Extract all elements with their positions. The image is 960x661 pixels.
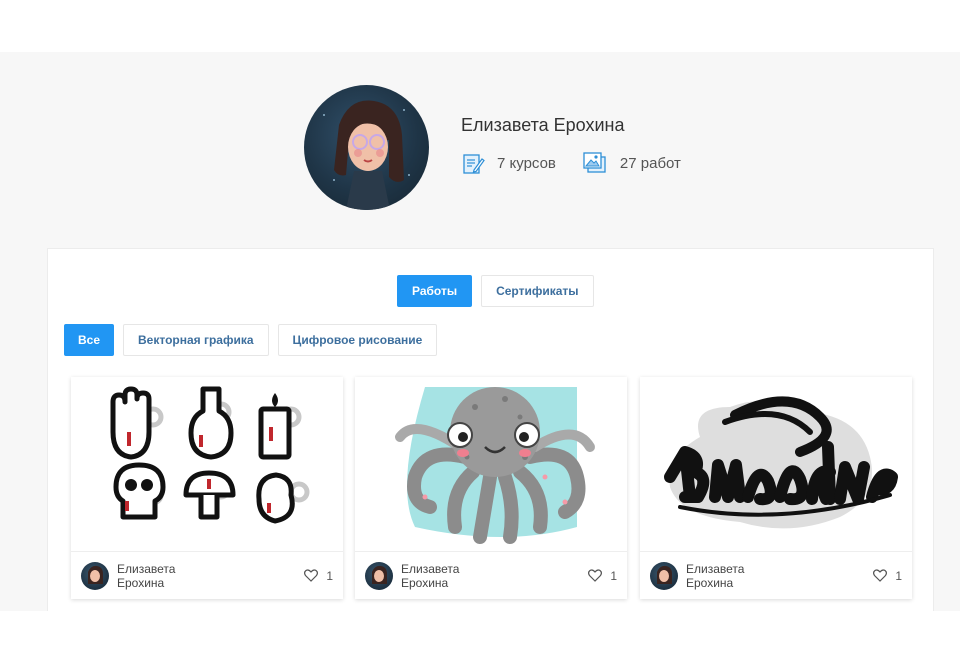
like-button[interactable]: 1: [588, 569, 617, 583]
profile-stats: 7 курсов 27 работ: [461, 150, 761, 176]
author-avatar[interactable]: [81, 561, 109, 590]
author-name[interactable]: Елизавета Ерохина: [401, 562, 551, 590]
profile-info: Елизавета Ерохина 7 курсов 27 работ: [461, 115, 761, 176]
avatar-portrait-icon: [323, 100, 410, 210]
author-name[interactable]: Елизавета Ерохина: [686, 562, 836, 590]
like-button[interactable]: 1: [873, 569, 902, 583]
images-stack-icon: [583, 152, 606, 173]
courses-count: 7 курсов: [497, 154, 556, 172]
like-count: 1: [895, 568, 902, 583]
halloween-icons-set-icon: [110, 386, 310, 524]
author-portrait-icon: [372, 565, 387, 584]
card-footer: Елизавета Ерохина 1: [355, 551, 627, 599]
work-image-octopus[interactable]: [355, 377, 627, 549]
avatar[interactable]: [304, 85, 429, 210]
author-last-name: Ерохина: [401, 575, 449, 590]
tab-certificates[interactable]: Сертификаты: [481, 275, 594, 307]
author-last-name: Ерохина: [686, 575, 734, 590]
category-filters: Все Векторная графика Цифровое рисование: [64, 324, 446, 356]
works-stat: 27 работ: [582, 150, 681, 176]
courses-stat: 7 курсов: [461, 151, 556, 175]
work-image-halloween-icons[interactable]: [71, 377, 343, 549]
profile-header: Елизавета Ерохина 7 курсов 27 работ: [304, 85, 681, 210]
author-last-name: Ерохина: [117, 575, 165, 590]
heart-icon: [588, 569, 603, 582]
work-card-3[interactable]: Елизавета Ерохина 1: [640, 377, 912, 599]
bottom-whitespace: [0, 611, 960, 661]
lettering-artwork-icon: [664, 396, 898, 529]
card-footer: Елизавета Ерохина 1: [71, 551, 343, 599]
author-name[interactable]: Елизавета Ерохина: [117, 562, 267, 590]
card-footer: Елизавета Ерохина 1: [640, 551, 912, 599]
author-avatar[interactable]: [650, 561, 678, 590]
section-tabs: Работы Сертификаты: [397, 275, 603, 307]
works-panel: Работы Сертификаты Все Векторная графика…: [47, 248, 934, 628]
author-first-name: Елизавета: [401, 561, 460, 576]
octopus-illustration-icon: [395, 387, 595, 544]
tab-works[interactable]: Работы: [397, 275, 473, 307]
filter-digital-drawing[interactable]: Цифровое рисование: [277, 324, 438, 356]
like-count: 1: [326, 568, 333, 583]
works-count: 27 работ: [619, 154, 681, 172]
heart-icon: [304, 569, 319, 582]
heart-icon: [873, 569, 888, 582]
author-portrait-icon: [88, 565, 103, 584]
like-count: 1: [610, 568, 617, 583]
filter-all[interactable]: Все: [64, 324, 114, 356]
author-first-name: Елизавета: [117, 561, 176, 576]
notebook-pencil-icon: [463, 154, 485, 174]
work-card-1[interactable]: Елизавета Ерохина 1: [71, 377, 343, 599]
author-first-name: Елизавета: [686, 561, 745, 576]
author-portrait-icon: [657, 565, 672, 584]
author-avatar[interactable]: [365, 561, 393, 590]
like-button[interactable]: 1: [304, 569, 333, 583]
work-image-lettering[interactable]: [640, 377, 912, 549]
filter-vector-graphics[interactable]: Векторная графика: [123, 324, 269, 356]
work-card-2[interactable]: Елизавета Ерохина 1: [355, 377, 627, 599]
profile-name: Елизавета Ерохина: [461, 115, 625, 135]
